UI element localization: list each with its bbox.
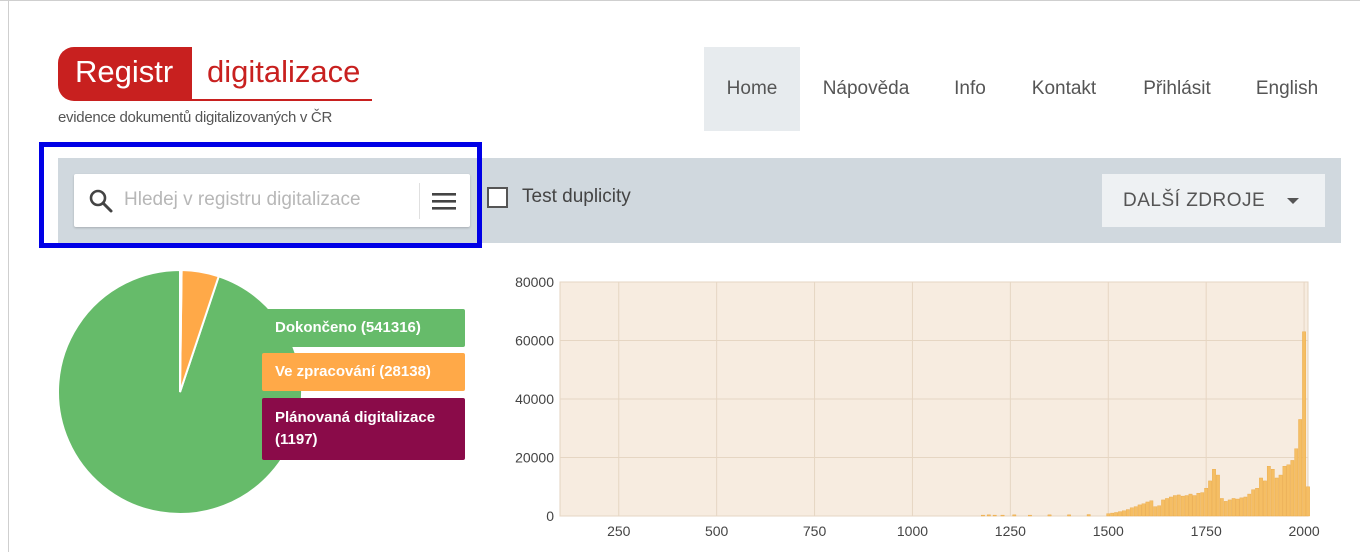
histogram-bar[interactable] [1200,492,1205,517]
histogram-bar[interactable] [1176,494,1181,517]
histogram-bar[interactable] [1125,509,1130,517]
histogram-bar[interactable] [1165,498,1169,517]
histogram-bar[interactable] [1227,499,1232,517]
logo-right-text: digitalizace [207,54,361,89]
histogram-bar[interactable] [1294,448,1299,517]
legend-planovana[interactable]: Plánovaná digitalizace (1197) [262,398,465,460]
histogram-bar[interactable] [1028,514,1032,517]
histogram-bar[interactable] [1282,466,1287,517]
histogram-bar[interactable] [1219,498,1224,517]
histogram-bar[interactable] [1157,505,1162,517]
histogram-bar[interactable] [1192,495,1197,517]
legend-dokonceno[interactable]: Dokončeno (541316) [262,309,465,347]
histogram-bar[interactable] [1208,480,1212,517]
histogram-bar[interactable] [1141,503,1146,517]
histogram-bar[interactable] [1106,513,1111,517]
status-pie-chart [58,270,303,515]
duplicity-label[interactable]: Test duplicity [522,186,631,208]
histogram-bar[interactable] [1255,488,1259,517]
y-tick-label: 20000 [515,450,554,466]
histogram-bar[interactable] [1188,493,1193,517]
y-tick-label: 0 [546,508,554,524]
histogram-bar[interactable] [1266,466,1271,517]
histogram-bar[interactable] [1145,501,1150,517]
histogram-bar[interactable] [1122,510,1126,517]
nav-info[interactable]: Info [940,47,1000,131]
histogram-bar[interactable] [1129,507,1134,517]
histogram-bar[interactable] [1137,504,1142,517]
y-tick-label: 40000 [515,391,554,407]
histogram-bar[interactable] [992,514,997,517]
histogram-bar[interactable] [1118,511,1122,517]
histogram-bar[interactable] [1270,468,1275,517]
histogram-bar[interactable] [1212,468,1216,517]
histogram-bar[interactable] [1263,480,1267,517]
histogram-bar[interactable] [1278,474,1283,517]
x-tick-label: 500 [705,523,729,539]
histogram-bar[interactable] [1243,496,1248,517]
nav-english[interactable]: English [1244,47,1330,131]
logo-subtitle: evidence dokumentů digitalizovaných v ČR [58,109,332,126]
histogram-bar[interactable] [1286,464,1291,517]
histogram-bar[interactable] [1251,489,1256,517]
left-border [8,0,9,552]
histogram-bar[interactable] [1153,506,1158,517]
histogram-bar[interactable] [1161,499,1165,517]
legend-ve-zpracovani[interactable]: Ve zpracování (28138) [262,353,465,391]
histogram-bar[interactable] [1086,514,1091,517]
histogram-bar[interactable] [1196,492,1201,517]
x-tick-label: 250 [607,523,631,539]
histogram-bar[interactable] [1067,514,1071,517]
duplicity-checkbox[interactable] [487,187,508,208]
histogram-bar[interactable] [1290,460,1295,517]
nav-prihlasit[interactable]: Přihlásit [1128,47,1226,131]
histogram-bar[interactable] [1223,501,1228,517]
histogram-bar[interactable] [1180,495,1185,517]
histogram-bar[interactable] [1235,498,1240,517]
search-highlight-frame [39,142,482,248]
histogram-bar[interactable] [1239,497,1244,517]
histogram-bar[interactable] [1298,419,1303,517]
histogram-bar[interactable] [1302,331,1306,517]
y-tick-label: 60000 [515,333,554,349]
logo-registr[interactable]: Registr [58,47,192,101]
x-tick-label: 1500 [1093,523,1124,539]
histogram-bar[interactable] [1012,514,1017,517]
top-border [0,0,1360,1]
histogram-bar[interactable] [1231,498,1236,517]
x-tick-label: 750 [803,523,827,539]
histogram-bar[interactable] [1274,477,1279,517]
more-resources-button[interactable]: DALŠÍ ZDROJE [1102,174,1325,227]
histogram-bar[interactable] [1149,500,1154,517]
histogram-bar[interactable] [986,514,991,517]
histogram-bar[interactable] [1172,495,1177,517]
histogram-bar[interactable] [1184,495,1189,517]
x-tick-label: 2000 [1289,523,1320,539]
x-tick-label: 1250 [995,523,1026,539]
nav-napoveda[interactable]: Nápověda [806,47,926,131]
histogram-bar[interactable] [1000,514,1005,517]
histogram-bar[interactable] [1259,477,1263,517]
histogram-bar[interactable] [1114,512,1118,517]
histogram-bar[interactable] [1047,514,1052,517]
logo-digitalizace[interactable]: digitalizace [192,47,372,101]
histogram-bar[interactable] [981,514,985,517]
histogram-bar[interactable] [1133,506,1138,517]
nav-home[interactable]: Home [704,47,800,131]
x-tick-label: 1000 [897,523,928,539]
histogram-bar[interactable] [1306,486,1310,517]
histogram-bar[interactable] [1216,474,1220,517]
y-tick-label: 80000 [515,274,554,290]
histogram-bar[interactable] [1247,493,1252,517]
histogram-bar[interactable] [1169,496,1173,517]
x-tick-label: 1750 [1191,523,1222,539]
logo-left-text: Registr [75,54,174,89]
histogram-bar[interactable] [1204,488,1209,517]
nav-kontakt[interactable]: Kontakt [1018,47,1110,131]
caret-down-icon [1287,198,1299,204]
year-histogram: 0 20000 40000 60000 80000 250 500 750 1000 1250 15… [515,274,1320,539]
more-resources-label: DALŠÍ ZDROJE [1123,190,1266,211]
histogram-bar[interactable] [1110,512,1115,517]
